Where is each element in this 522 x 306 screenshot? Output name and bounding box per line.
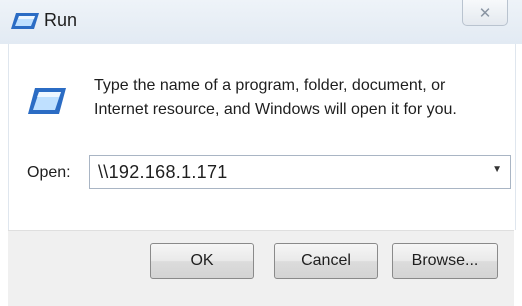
close-icon: ✕ — [478, 4, 492, 22]
title-bar: Run ✕ — [0, 0, 522, 44]
button-bar: OK Cancel Browse... — [8, 230, 514, 306]
open-combobox[interactable]: \\192.168.1.171 ▼ — [89, 155, 511, 189]
close-button[interactable]: ✕ — [462, 0, 508, 26]
browse-button[interactable]: Browse... — [392, 243, 498, 279]
run-icon — [28, 88, 66, 114]
open-label: Open: — [27, 164, 71, 181]
dialog-body: Type the name of a program, folder, docu… — [8, 44, 516, 230]
run-dialog: Run ✕ Type the name of a program, folder… — [0, 0, 522, 306]
chevron-down-icon[interactable]: ▼ — [492, 164, 502, 175]
open-input[interactable]: \\192.168.1.171 — [98, 162, 228, 183]
cancel-button[interactable]: Cancel — [274, 243, 378, 279]
run-icon — [11, 13, 39, 29]
window-title: Run — [44, 10, 78, 30]
instruction-line-2: Internet resource, and Windows will open… — [94, 101, 457, 118]
ok-button[interactable]: OK — [150, 243, 254, 279]
instruction-line-1: Type the name of a program, folder, docu… — [94, 77, 446, 94]
instruction-text: Type the name of a program, folder, docu… — [94, 74, 494, 122]
